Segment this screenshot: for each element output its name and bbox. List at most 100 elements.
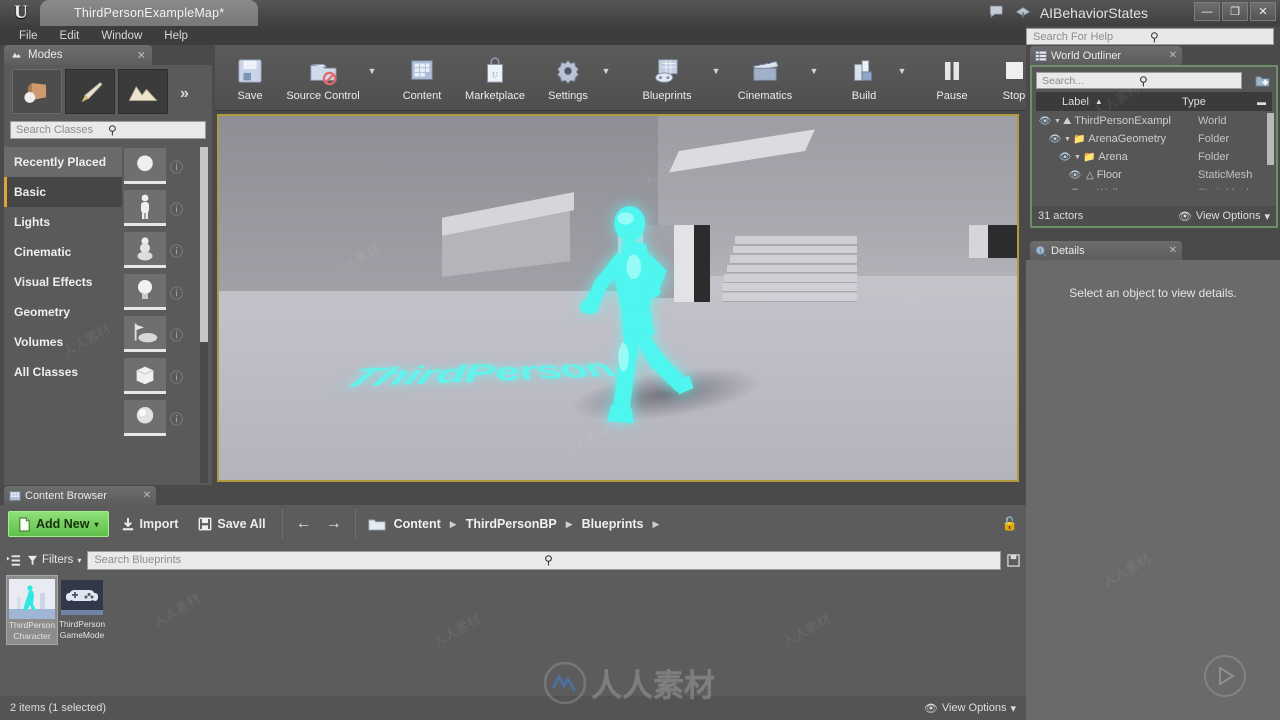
content-search-input[interactable]: Search Blueprints ⚲ (87, 550, 1001, 570)
sources-panel-icon[interactable] (6, 553, 21, 568)
settings-button[interactable]: Settings (537, 45, 599, 110)
feedback-icon[interactable] (988, 3, 1006, 21)
category-visual-effects[interactable]: Visual Effects (4, 267, 122, 297)
asset-thirdperson-character[interactable]: ThirdPerson Character (6, 575, 58, 645)
content-view-options-button[interactable]: 👁 View Options ▾ (924, 702, 1016, 715)
asset-thirdperson-gamemode[interactable]: ThirdPerson GameMode (56, 575, 108, 643)
unreal-logo-icon[interactable]: U (4, 1, 38, 25)
help-icon[interactable]: ⓘ (170, 199, 183, 218)
column-label[interactable]: Label (1036, 96, 1089, 108)
help-icon[interactable]: ⓘ (170, 325, 183, 344)
blueprints-caret-icon[interactable]: ▼ (709, 45, 723, 110)
source-control-button[interactable]: Source Control (281, 45, 365, 110)
menu-edit[interactable]: Edit (49, 28, 91, 44)
marketplace-button[interactable]: U Marketplace (453, 45, 537, 110)
list-item[interactable]: ⓘ (124, 355, 202, 397)
category-recently-placed[interactable]: Recently Placed (4, 147, 122, 177)
source-control-caret-icon[interactable]: ▼ (365, 45, 379, 110)
category-geometry[interactable]: Geometry (4, 297, 122, 327)
outliner-view-options-button[interactable]: 👁 View Options ▾ (1178, 210, 1270, 223)
breadcrumb-thirdpersonbp[interactable]: ThirdPersonBP (466, 517, 557, 531)
cinematics-caret-icon[interactable]: ▼ (807, 45, 821, 110)
place-mode-button[interactable] (12, 69, 62, 114)
help-icon[interactable]: ⓘ (170, 409, 183, 428)
expander-icon[interactable]: ▼ (1074, 154, 1081, 161)
save-all-button[interactable]: Save All (190, 511, 273, 537)
list-item[interactable]: ⓘ (124, 271, 202, 313)
close-button[interactable]: ✕ (1250, 2, 1276, 21)
list-item[interactable]: ⓘ (124, 397, 202, 439)
outliner-search-input[interactable]: Search... ⚲ (1036, 72, 1242, 89)
outliner-scrollbar[interactable] (1267, 113, 1274, 165)
category-all-classes[interactable]: All Classes (4, 357, 122, 387)
list-item[interactable]: ⓘ (124, 187, 202, 229)
category-lights[interactable]: Lights (4, 207, 122, 237)
category-cinematic[interactable]: Cinematic (4, 237, 122, 267)
category-volumes[interactable]: Volumes (4, 327, 122, 357)
content-browser-filter-row: Filters ▾ Search Blueprints ⚲ (0, 549, 1026, 571)
eye-icon[interactable]: 👁 (1066, 188, 1084, 191)
menu-file[interactable]: File (8, 28, 49, 44)
world-outliner-tab[interactable]: World Outliner ✕ (1030, 46, 1182, 65)
more-modes-icon[interactable]: » (180, 85, 189, 103)
list-item[interactable]: ⓘ (124, 313, 202, 355)
table-row[interactable]: 👁 △ Floor StaticMesh (1036, 166, 1272, 184)
eye-icon[interactable]: 👁 (1036, 116, 1054, 127)
modes-tab[interactable]: Modes ✕ (4, 45, 152, 65)
breadcrumb-blueprints[interactable]: Blueprints (582, 517, 644, 531)
eye-icon[interactable]: 👁 (1056, 152, 1074, 163)
expander-icon[interactable]: ▼ (1064, 136, 1071, 143)
eye-icon[interactable]: 👁 (1046, 134, 1064, 145)
lock-icon[interactable]: 🔓 (1002, 516, 1018, 532)
forward-button[interactable]: → (321, 515, 347, 533)
pause-button[interactable]: Pause (921, 45, 983, 110)
minimize-button[interactable]: — (1194, 2, 1220, 21)
help-icon[interactable]: ⓘ (170, 157, 183, 176)
map-tab[interactable]: ThirdPersonExampleMap* (40, 0, 259, 26)
blueprints-button[interactable]: Blueprints (625, 45, 709, 110)
list-item[interactable]: ⓘ (124, 145, 202, 187)
column-type[interactable]: Type (1182, 96, 1206, 108)
paint-mode-button[interactable] (65, 69, 115, 114)
modes-scrollbar[interactable] (200, 147, 208, 483)
settings-caret-icon[interactable]: ▼ (599, 45, 613, 110)
expander-icon[interactable]: ▼ (1054, 118, 1061, 125)
close-icon[interactable]: ✕ (1169, 50, 1177, 61)
save-search-icon[interactable] (1007, 553, 1020, 567)
eye-icon[interactable]: 👁 (1066, 170, 1084, 181)
level-viewport[interactable]: ThirdPerson (217, 114, 1019, 482)
landscape-mode-button[interactable] (118, 69, 168, 114)
table-row[interactable]: 👁 ▼ 📁 Arena Folder (1036, 148, 1272, 166)
content-button[interactable]: Content (391, 45, 453, 110)
list-item[interactable]: ⓘ (124, 229, 202, 271)
back-button[interactable]: ← (291, 515, 317, 533)
close-icon[interactable]: ✕ (143, 490, 151, 501)
help-search-field[interactable]: Search For Help ⚲ (1026, 28, 1274, 45)
table-row[interactable]: 👁 ▼ ⛰ ThirdPersonExampl World (1036, 112, 1272, 130)
menu-window[interactable]: Window (90, 28, 153, 44)
breadcrumb-content[interactable]: Content (394, 517, 441, 531)
save-button[interactable]: Save (219, 45, 281, 110)
build-button[interactable]: Build (833, 45, 895, 110)
help-icon[interactable]: ⓘ (170, 367, 183, 386)
content-browser-tab[interactable]: Content Browser ✕ (4, 486, 156, 505)
help-icon[interactable]: ⓘ (170, 283, 183, 302)
category-basic[interactable]: Basic (4, 177, 122, 207)
table-row[interactable]: 👁 △ Walls StaticMesh (1036, 184, 1272, 190)
column-filter-icon[interactable]: ▬ (1257, 97, 1266, 107)
add-new-button[interactable]: Add New ▾ (8, 511, 109, 537)
close-icon[interactable]: ✕ (137, 49, 146, 62)
help-icon[interactable]: ⓘ (170, 241, 183, 260)
share-icon[interactable] (1014, 3, 1032, 21)
import-button[interactable]: Import (113, 511, 187, 537)
filters-button[interactable]: Filters ▾ (27, 554, 81, 566)
restore-button[interactable]: ❐ (1222, 2, 1248, 21)
close-icon[interactable]: ✕ (1169, 245, 1177, 256)
table-row[interactable]: 👁 ▼ 📁 ArenaGeometry Folder (1036, 130, 1272, 148)
add-folder-icon[interactable] (1254, 72, 1271, 89)
cinematics-button[interactable]: Cinematics (723, 45, 807, 110)
search-classes-input[interactable]: Search Classes ⚲ (10, 121, 206, 139)
details-tab[interactable]: i Details ✕ (1030, 241, 1182, 260)
menu-help[interactable]: Help (153, 28, 199, 44)
build-caret-icon[interactable]: ▼ (895, 45, 909, 110)
